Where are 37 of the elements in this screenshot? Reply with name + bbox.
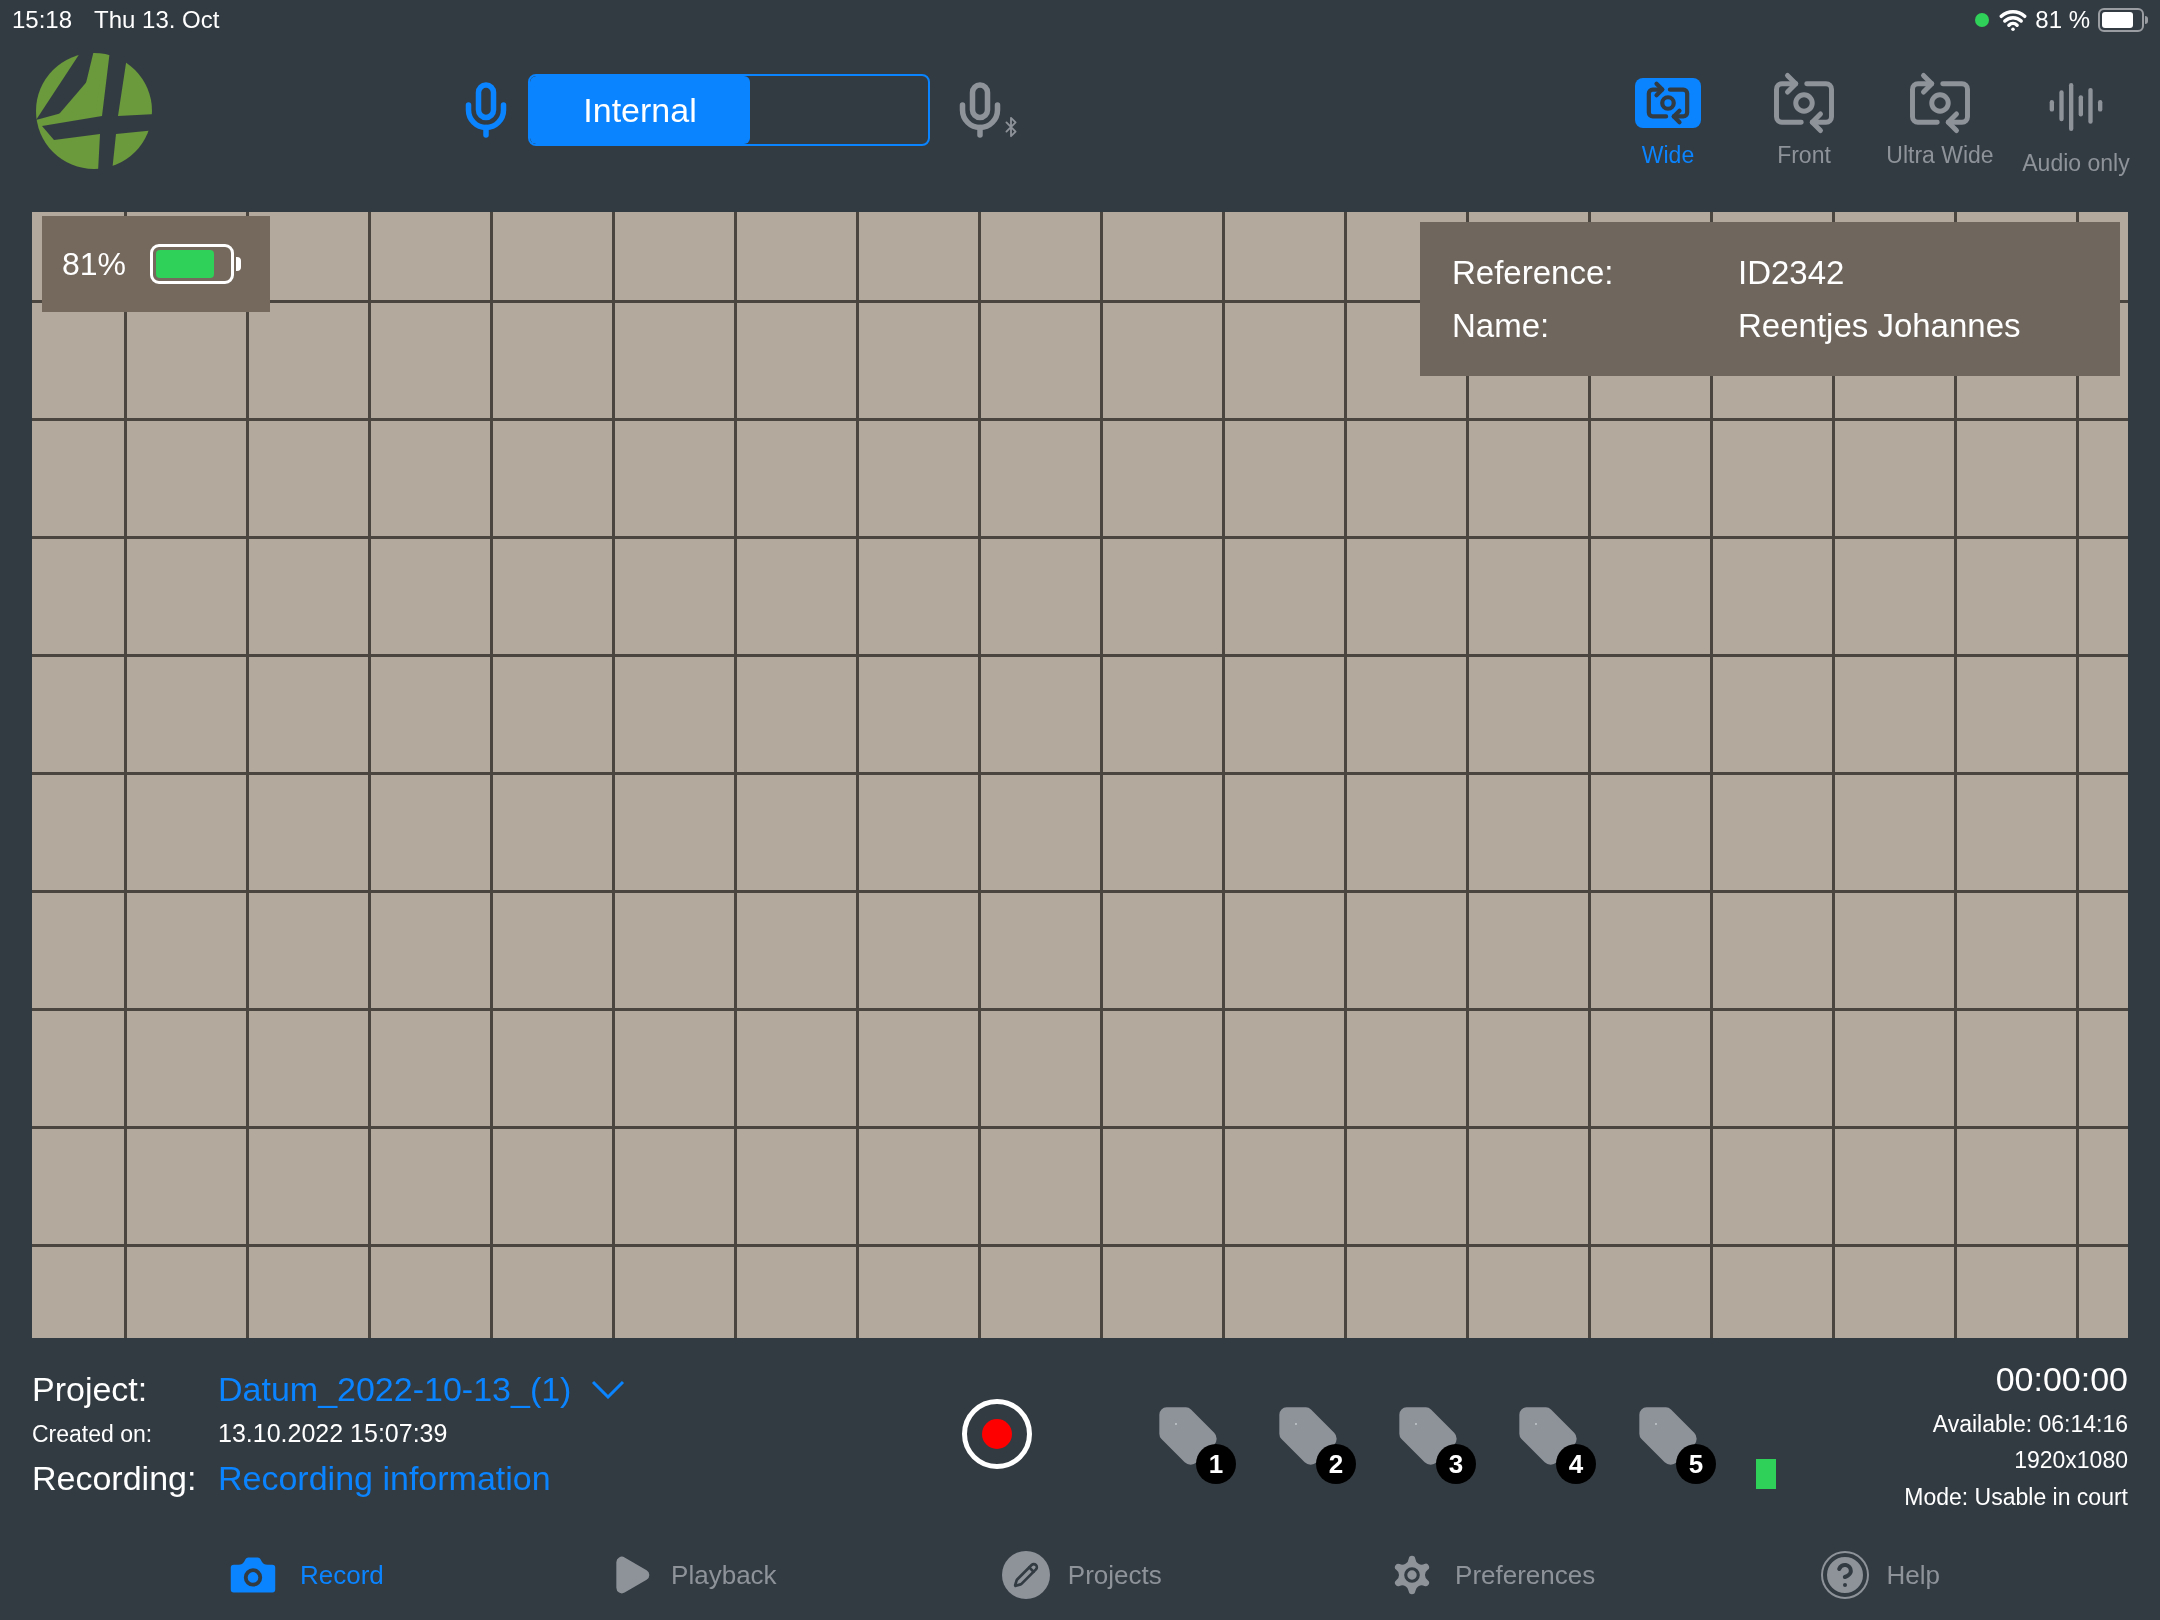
camera-option[interactable]: Audio only xyxy=(2008,70,2144,189)
tab-bar-item[interactable]: Playback xyxy=(609,1553,777,1597)
tab-bar-item[interactable]: Preferences xyxy=(1387,1550,1596,1600)
help-icon xyxy=(1820,1551,1869,1599)
info-value: ID2342 xyxy=(1738,252,1846,293)
tab-bar-item[interactable]: Help xyxy=(1820,1551,1940,1599)
recording-label: Recording: xyxy=(32,1457,198,1499)
recording-info-link[interactable]: Recording information xyxy=(218,1452,551,1504)
created-date: 13.10.2022 15:07:39 xyxy=(218,1418,449,1450)
resolution: 1920x1080 xyxy=(2014,1446,2128,1476)
mic-source-toggle[interactable]: Internal xyxy=(528,74,930,146)
camera-option[interactable]: Wide xyxy=(1600,70,1736,189)
pencil-icon xyxy=(1001,1551,1050,1599)
camera-switch-icon xyxy=(1635,78,1701,128)
camera-switch-icon xyxy=(1771,70,1837,136)
status-time: 15:18 xyxy=(12,5,73,35)
status-date: Thu 13. Oct xyxy=(94,5,220,35)
info-value: Reentjes Johannes xyxy=(1738,306,2022,346)
elapsed-time: 00:00:00 xyxy=(1995,1358,2128,1400)
battery-percent: 81 % xyxy=(2035,5,2090,35)
audio-level-meter xyxy=(1756,1459,1776,1489)
camera-switch-icon xyxy=(1907,70,1973,136)
battery-icon xyxy=(2098,8,2148,32)
record-button[interactable] xyxy=(962,1399,1032,1469)
available-time: Available: 06:14:16 xyxy=(1932,1409,2128,1439)
camera-option[interactable]: Front xyxy=(1736,70,1872,189)
tab-bar-item[interactable]: Projects xyxy=(1001,1551,1162,1599)
chevron-down-icon xyxy=(591,1380,626,1400)
recording-mode: Mode: Usable in court xyxy=(1904,1482,2128,1512)
project-dropdown[interactable]: Datum_2022-10-13_(1) xyxy=(218,1364,626,1416)
created-label: Created on: xyxy=(32,1420,154,1450)
project-label: Project: xyxy=(32,1369,149,1411)
camera-battery-reading: 81% xyxy=(62,245,127,284)
info-label: Reference: xyxy=(1452,252,1615,293)
tab-bar-item[interactable]: Record xyxy=(224,1546,384,1604)
camera-option[interactable]: Ultra Wide xyxy=(1872,70,2008,189)
info-label: Name: xyxy=(1452,306,1551,346)
